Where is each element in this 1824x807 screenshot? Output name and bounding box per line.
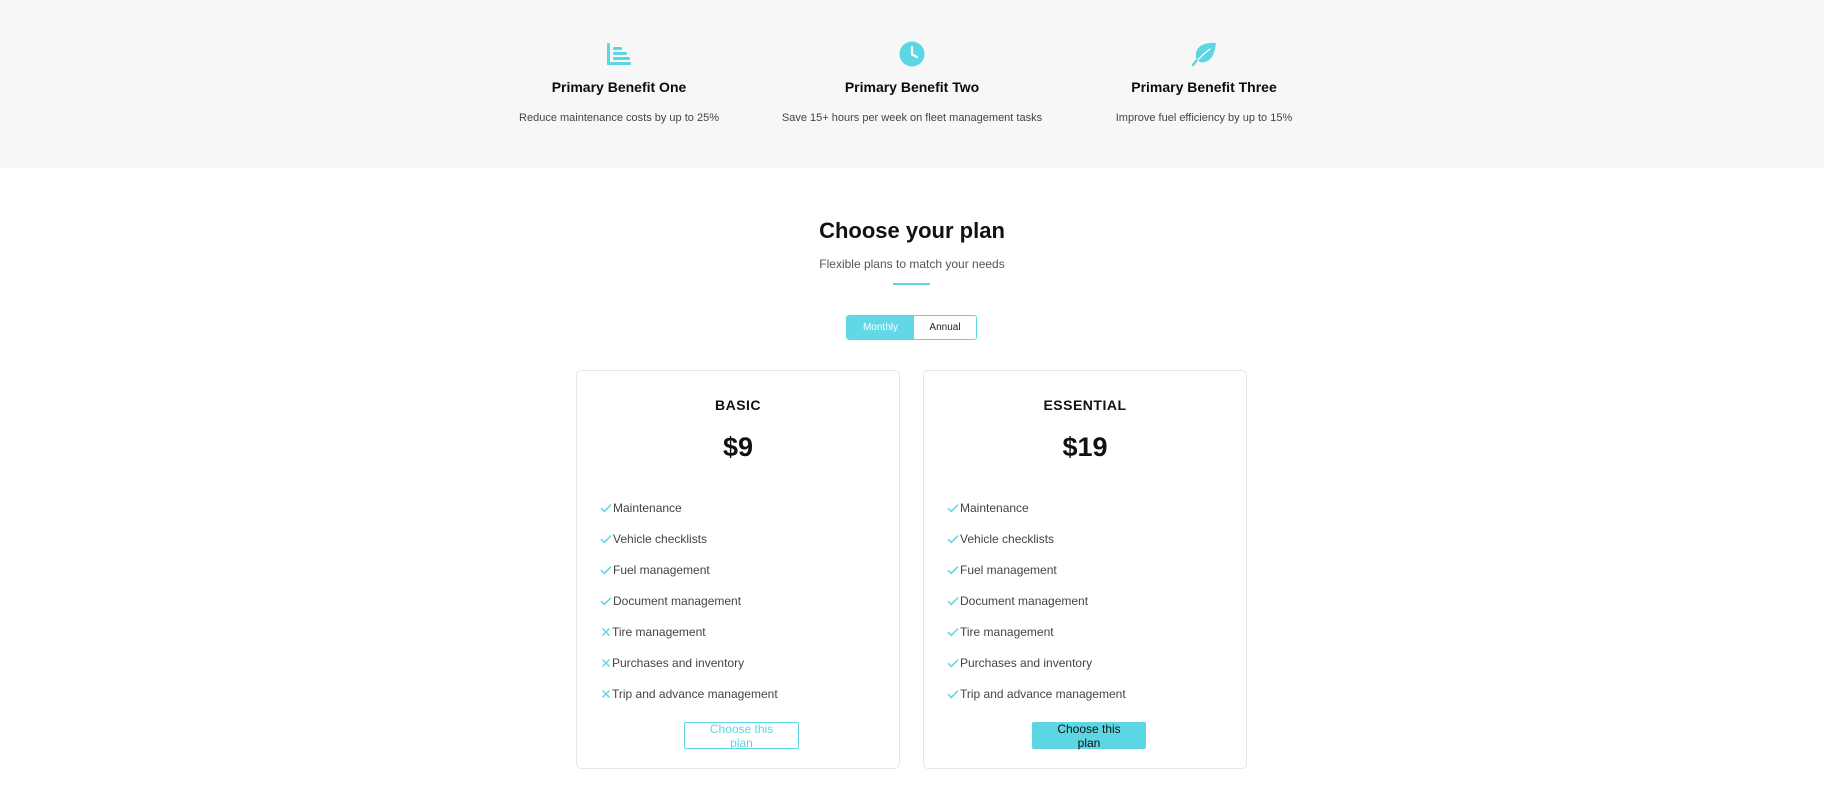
- billing-annual-option[interactable]: Annual: [913, 316, 976, 339]
- billing-toggle: Monthly Annual: [846, 315, 977, 340]
- feature-item: Document management: [946, 585, 1126, 616]
- check-icon: [599, 594, 612, 607]
- plan-price: $19: [1062, 432, 1108, 462]
- plan-name: BASIC: [714, 397, 762, 413]
- check-icon: [946, 532, 959, 545]
- feature-item: Tire management: [946, 616, 1126, 647]
- check-icon: [946, 501, 959, 514]
- feature-item: Fuel management: [599, 554, 778, 585]
- benefit-three: Primary Benefit Three Improve fuel effic…: [1054, 40, 1354, 124]
- check-icon: [599, 563, 612, 576]
- check-icon: [946, 656, 959, 669]
- benefits-section: Primary Benefit One Reduce maintenance c…: [0, 0, 1824, 168]
- plan-card-basic: BASIC $9 Maintenance Vehicle checklists …: [576, 370, 900, 769]
- feature-label: Trip and advance management: [960, 686, 1126, 701]
- feature-item: Purchases and inventory: [946, 647, 1126, 678]
- feature-label: Vehicle checklists: [613, 531, 708, 546]
- feature-label: Maintenance: [960, 500, 1029, 515]
- feature-item: Fuel management: [946, 554, 1126, 585]
- benefit-title: Primary Benefit One: [551, 79, 687, 95]
- feature-label: Purchases and inventory: [612, 655, 745, 670]
- clock-icon: [762, 40, 1062, 68]
- feature-item: Document management: [599, 585, 778, 616]
- bar-chart-icon: [469, 40, 769, 68]
- feature-label: Document management: [613, 593, 742, 608]
- feature-list: Maintenance Vehicle checklists Fuel mana…: [599, 492, 778, 709]
- cross-icon: [599, 687, 612, 700]
- feature-label: Tire management: [612, 624, 706, 639]
- benefit-description: Reduce maintenance costs by up to 25%: [519, 112, 719, 124]
- feature-item: Vehicle checklists: [599, 523, 778, 554]
- feature-label: Fuel management: [960, 562, 1057, 577]
- billing-monthly-option[interactable]: Monthly: [847, 316, 914, 339]
- feature-label: Purchases and inventory: [960, 655, 1093, 670]
- feature-label: Fuel management: [613, 562, 710, 577]
- check-icon: [946, 687, 959, 700]
- feature-label: Tire management: [960, 624, 1054, 639]
- title-divider: [893, 283, 930, 285]
- benefit-title: Primary Benefit Three: [1131, 79, 1277, 95]
- leaf-icon: [1054, 40, 1354, 68]
- feature-item: Maintenance: [599, 492, 778, 523]
- feature-label: Maintenance: [613, 500, 682, 515]
- benefit-description: Save 15+ hours per week on fleet managem…: [781, 112, 1043, 124]
- benefit-description: Improve fuel efficiency by up to 15%: [1115, 112, 1293, 124]
- check-icon: [946, 563, 959, 576]
- feature-item: Trip and advance management: [599, 678, 778, 709]
- feature-list: Maintenance Vehicle checklists Fuel mana…: [946, 492, 1126, 709]
- feature-item: Purchases and inventory: [599, 647, 778, 678]
- feature-label: Document management: [960, 593, 1089, 608]
- plans-title: Choose your plan: [819, 218, 1005, 243]
- benefit-title: Primary Benefit Two: [844, 79, 980, 95]
- feature-item: Maintenance: [946, 492, 1126, 523]
- cross-icon: [599, 625, 612, 638]
- check-icon: [599, 501, 612, 514]
- plan-card-essential: ESSENTIAL $19 Maintenance Vehicle checkl…: [923, 370, 1247, 769]
- benefit-one: Primary Benefit One Reduce maintenance c…: [469, 40, 769, 124]
- check-icon: [946, 594, 959, 607]
- plans-subtitle: Flexible plans to match your needs: [819, 257, 1005, 271]
- feature-label: Trip and advance management: [612, 686, 778, 701]
- plan-name: ESSENTIAL: [1043, 397, 1127, 413]
- feature-item: Vehicle checklists: [946, 523, 1126, 554]
- choose-essential-plan-button[interactable]: Choose this plan: [1032, 722, 1146, 750]
- choose-basic-plan-button[interactable]: Choose this plan: [684, 722, 799, 750]
- plan-price: $9: [722, 432, 754, 462]
- feature-item: Tire management: [599, 616, 778, 647]
- check-icon: [946, 625, 959, 638]
- check-icon: [599, 532, 612, 545]
- cross-icon: [599, 656, 612, 669]
- feature-item: Trip and advance management: [946, 678, 1126, 709]
- benefit-two: Primary Benefit Two Save 15+ hours per w…: [762, 40, 1062, 124]
- feature-label: Vehicle checklists: [960, 531, 1055, 546]
